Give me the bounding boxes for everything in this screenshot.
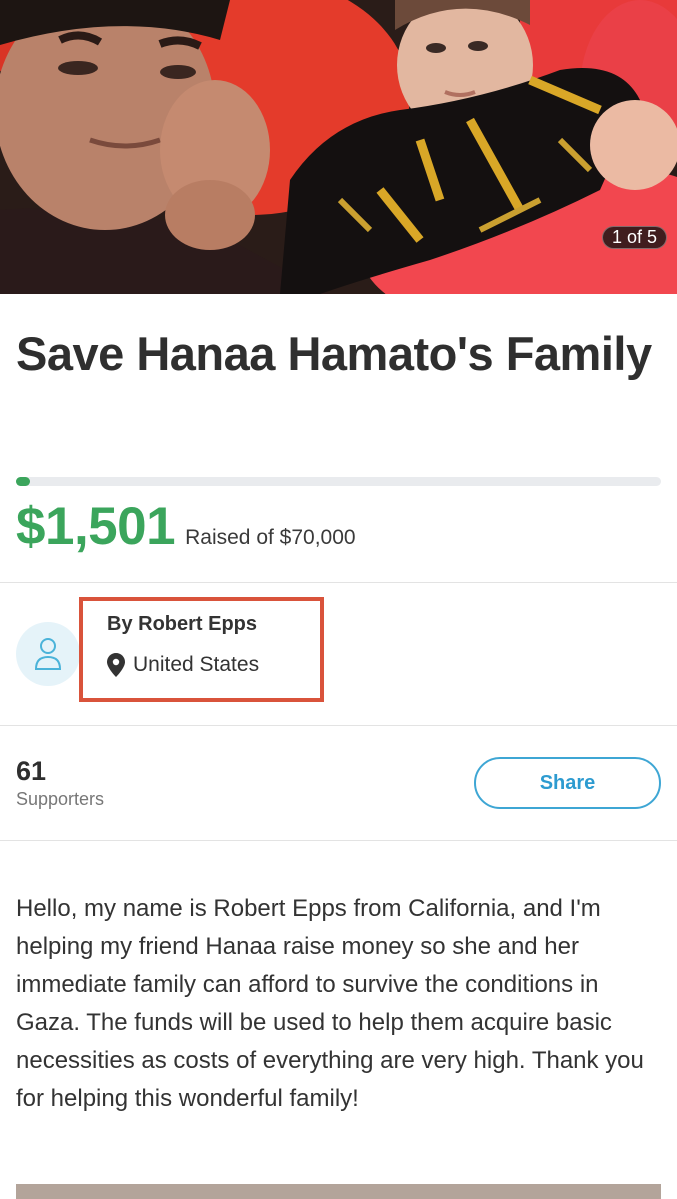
- section-divider: [0, 725, 677, 726]
- campaign-photo-carousel[interactable]: 1 of 5: [0, 0, 677, 294]
- share-button[interactable]: Share: [474, 757, 661, 809]
- next-section-preview: [16, 1184, 661, 1199]
- organizer-location: United States: [107, 653, 259, 677]
- map-pin-icon: [107, 653, 125, 677]
- amount-raised: $1,501: [16, 497, 176, 556]
- user-icon: [34, 638, 62, 670]
- organizer-name[interactable]: By Robert Epps: [107, 613, 257, 636]
- location-text: United States: [133, 653, 260, 676]
- campaign-story: Hello, my name is Robert Epps from Calif…: [16, 895, 644, 1112]
- goal-label: Raised of $70,000: [185, 526, 356, 549]
- supporters-label: Supporters: [16, 789, 105, 809]
- funding-progress-bar: [16, 477, 661, 486]
- funding-progress-fill: [16, 477, 30, 486]
- organizer-avatar[interactable]: [16, 622, 80, 686]
- campaign-title: Save Hanaa Hamato's Family: [16, 327, 652, 380]
- section-divider: [0, 582, 677, 583]
- funding-summary: $1,501 Raised of $70,000: [16, 496, 356, 557]
- section-divider: [0, 840, 677, 841]
- photo-counter-badge: 1 of 5: [601, 226, 667, 249]
- campaign-photo: [0, 0, 677, 294]
- supporters-count: 61: [16, 756, 47, 786]
